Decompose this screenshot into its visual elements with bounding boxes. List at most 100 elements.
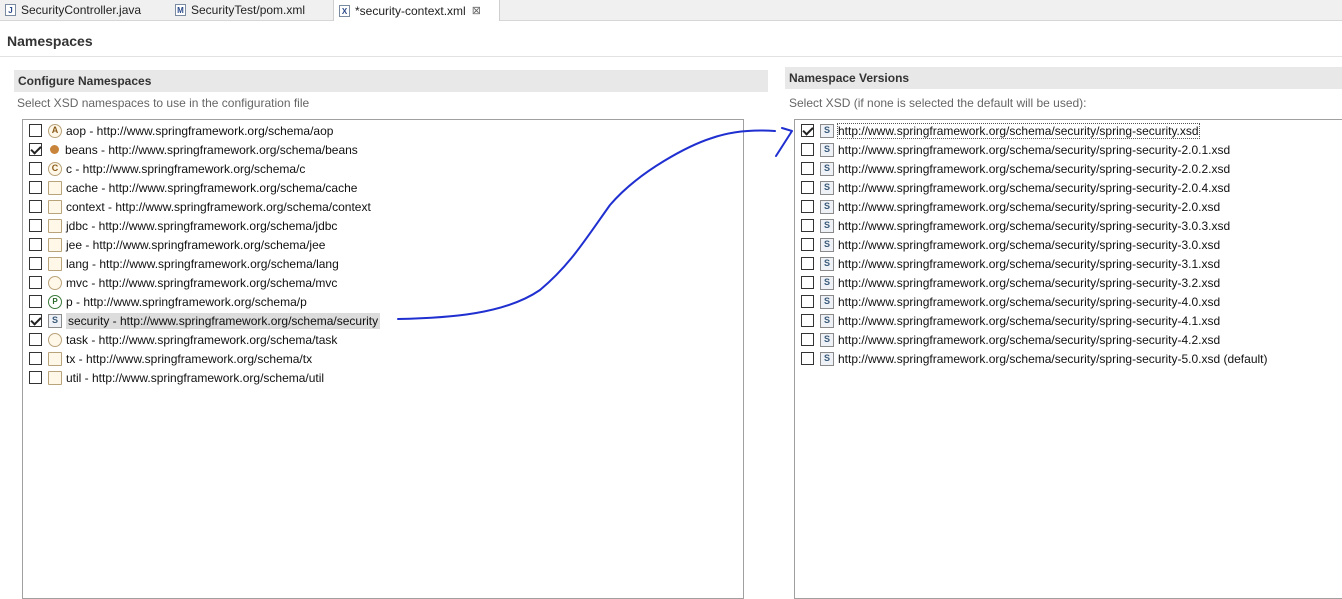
tab-pom-xml[interactable]: M SecurityTest/pom.xml	[170, 0, 330, 20]
namespace-item[interactable]: Ssecurity - http://www.springframework.o…	[29, 311, 381, 330]
namespace-checkbox[interactable]	[29, 371, 42, 384]
version-label: http://www.springframework.org/schema/se…	[838, 313, 1221, 328]
namespace-item[interactable]: beans - http://www.springframework.org/s…	[29, 140, 358, 159]
xsd-file-icon: S	[820, 294, 834, 309]
xsd-file-icon: S	[820, 218, 834, 233]
namespace-item[interactable]: Pp - http://www.springframework.org/sche…	[29, 292, 307, 311]
version-item[interactable]: Shttp://www.springframework.org/schema/s…	[801, 216, 1230, 235]
namespace-versions-header: Namespace Versions	[785, 67, 1342, 89]
section-title: Configure Namespaces	[18, 74, 152, 88]
xsd-file-icon: S	[820, 142, 834, 157]
namespace-checkbox[interactable]	[29, 333, 42, 346]
version-checkbox[interactable]	[801, 219, 814, 232]
tab-security-context[interactable]: X *security-context.xml ⊠	[333, 0, 500, 21]
version-checkbox[interactable]	[801, 352, 814, 365]
version-checkbox[interactable]	[801, 333, 814, 346]
security-icon: S	[48, 313, 62, 328]
namespace-checkbox[interactable]	[29, 200, 42, 213]
version-checkbox[interactable]	[801, 295, 814, 308]
version-checkbox[interactable]	[801, 143, 814, 156]
configure-description: Select XSD namespaces to use in the conf…	[17, 96, 310, 110]
namespace-checkbox[interactable]	[29, 295, 42, 308]
version-list[interactable]: Shttp://www.springframework.org/schema/s…	[794, 119, 1342, 599]
version-item[interactable]: Shttp://www.springframework.org/schema/s…	[801, 159, 1230, 178]
version-checkbox[interactable]	[801, 257, 814, 270]
namespace-label: aop - http://www.springframework.org/sch…	[66, 123, 334, 138]
version-item[interactable]: Shttp://www.springframework.org/schema/s…	[801, 121, 1200, 140]
namespace-checkbox[interactable]	[29, 162, 42, 175]
xsd-file-icon: S	[820, 332, 834, 347]
namespace-item[interactable]: mvc - http://www.springframework.org/sch…	[29, 273, 337, 292]
versions-description: Select XSD (if none is selected the defa…	[789, 96, 1087, 110]
namespace-item[interactable]: cache - http://www.springframework.org/s…	[29, 178, 357, 197]
version-label: http://www.springframework.org/schema/se…	[838, 256, 1221, 271]
namespace-item[interactable]: jdbc - http://www.springframework.org/sc…	[29, 216, 337, 235]
version-item[interactable]: Shttp://www.springframework.org/schema/s…	[801, 273, 1220, 292]
namespace-item[interactable]: task - http://www.springframework.org/sc…	[29, 330, 337, 349]
tab-security-controller[interactable]: J SecurityController.java	[0, 0, 160, 20]
namespace-checkbox[interactable]	[29, 314, 42, 327]
jdbc-icon	[48, 218, 62, 233]
lang-icon	[48, 256, 62, 271]
version-item[interactable]: Shttp://www.springframework.org/schema/s…	[801, 330, 1220, 349]
xsd-file-icon: S	[820, 180, 834, 195]
namespace-item[interactable]: jee - http://www.springframework.org/sch…	[29, 235, 325, 254]
version-checkbox[interactable]	[801, 162, 814, 175]
close-icon[interactable]: ⊠	[472, 4, 481, 17]
version-label: http://www.springframework.org/schema/se…	[838, 180, 1231, 195]
bean-icon	[50, 145, 59, 154]
aop-icon: A	[48, 123, 62, 138]
version-item[interactable]: Shttp://www.springframework.org/schema/s…	[801, 235, 1220, 254]
version-label: http://www.springframework.org/schema/se…	[838, 218, 1231, 233]
tab-label: SecurityController.java	[21, 3, 142, 17]
xsd-file-icon: S	[820, 123, 834, 138]
version-checkbox[interactable]	[801, 124, 814, 137]
mvc-icon	[48, 275, 62, 290]
namespace-checkbox[interactable]	[29, 238, 42, 251]
namespace-item[interactable]: Aaop - http://www.springframework.org/sc…	[29, 121, 333, 140]
namespace-label: p - http://www.springframework.org/schem…	[66, 294, 307, 309]
version-label: http://www.springframework.org/schema/se…	[838, 199, 1221, 214]
namespace-checkbox[interactable]	[29, 276, 42, 289]
xsd-file-icon: S	[820, 256, 834, 271]
java-file-icon: J	[5, 4, 16, 16]
section-title: Namespace Versions	[789, 71, 910, 85]
namespace-item[interactable]: util - http://www.springframework.org/sc…	[29, 368, 324, 387]
xsd-file-icon: S	[820, 237, 834, 252]
namespace-checkbox[interactable]	[29, 143, 42, 156]
namespace-checkbox[interactable]	[29, 352, 42, 365]
namespace-label: mvc - http://www.springframework.org/sch…	[66, 275, 338, 290]
namespace-checkbox[interactable]	[29, 124, 42, 137]
configure-namespaces-header: Configure Namespaces	[14, 70, 768, 92]
namespace-item[interactable]: lang - http://www.springframework.org/sc…	[29, 254, 339, 273]
c-namespace-icon: C	[48, 161, 62, 176]
version-item[interactable]: Shttp://www.springframework.org/schema/s…	[801, 254, 1220, 273]
version-checkbox[interactable]	[801, 314, 814, 327]
version-label: http://www.springframework.org/schema/se…	[838, 275, 1221, 290]
version-item[interactable]: Shttp://www.springframework.org/schema/s…	[801, 311, 1220, 330]
namespace-label: tx - http://www.springframework.org/sche…	[66, 351, 313, 366]
namespace-item[interactable]: tx - http://www.springframework.org/sche…	[29, 349, 312, 368]
version-item[interactable]: Shttp://www.springframework.org/schema/s…	[801, 140, 1230, 159]
version-checkbox[interactable]	[801, 238, 814, 251]
version-label: http://www.springframework.org/schema/se…	[838, 237, 1221, 252]
version-item[interactable]: Shttp://www.springframework.org/schema/s…	[801, 349, 1268, 368]
namespace-item[interactable]: context - http://www.springframework.org…	[29, 197, 371, 216]
xml-file-icon: X	[339, 4, 350, 17]
namespace-checkbox[interactable]	[29, 181, 42, 194]
version-item[interactable]: Shttp://www.springframework.org/schema/s…	[801, 292, 1220, 311]
namespace-label: c - http://www.springframework.org/schem…	[66, 161, 306, 176]
version-item[interactable]: Shttp://www.springframework.org/schema/s…	[801, 178, 1230, 197]
version-checkbox[interactable]	[801, 181, 814, 194]
version-label: http://www.springframework.org/schema/se…	[838, 142, 1231, 157]
namespace-item[interactable]: Cc - http://www.springframework.org/sche…	[29, 159, 305, 178]
divider	[0, 56, 1342, 57]
version-checkbox[interactable]	[801, 276, 814, 289]
version-checkbox[interactable]	[801, 200, 814, 213]
namespace-checkbox[interactable]	[29, 257, 42, 270]
namespace-list[interactable]: Aaop - http://www.springframework.org/sc…	[22, 119, 744, 599]
page-title: Namespaces	[7, 33, 93, 49]
version-item[interactable]: Shttp://www.springframework.org/schema/s…	[801, 197, 1220, 216]
namespace-label: task - http://www.springframework.org/sc…	[66, 332, 338, 347]
namespace-checkbox[interactable]	[29, 219, 42, 232]
